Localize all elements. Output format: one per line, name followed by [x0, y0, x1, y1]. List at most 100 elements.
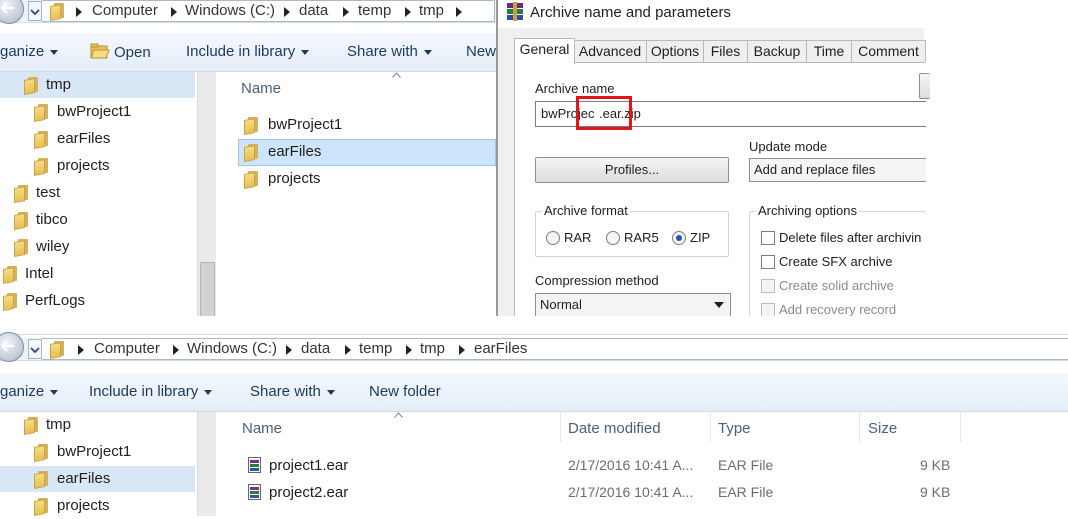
format-rar-radio[interactable]: [546, 231, 560, 245]
format-rar5-label[interactable]: RAR5: [624, 230, 659, 245]
tab-comment[interactable]: Comment: [851, 40, 926, 62]
back-button[interactable]: [0, 0, 24, 24]
tab-files[interactable]: Files: [703, 40, 748, 62]
breadcrumb-item[interactable]: Windows (C:): [187, 340, 277, 357]
column-header-type[interactable]: Type: [718, 420, 751, 437]
screenshot-divider: [0, 316, 1068, 335]
nav-item-label: PerfLogs: [25, 292, 86, 309]
breadcrumb-item[interactable]: temp: [359, 340, 392, 357]
tab-time[interactable]: Time: [806, 40, 852, 62]
folder-icon: [34, 444, 48, 462]
bottom-command-bar: ganize Include in library Share with New…: [0, 373, 1068, 412]
nav-item-intel[interactable]: Intel: [0, 261, 195, 287]
nav-item-earfiles[interactable]: earFiles: [0, 466, 195, 492]
column-header-name[interactable]: Name: [242, 420, 282, 437]
tab-backup[interactable]: Backup: [747, 40, 807, 62]
organize-button[interactable]: ganize: [0, 383, 59, 400]
file-row-earfiles[interactable]: earFiles: [238, 139, 496, 166]
nav-item-tibco[interactable]: tibco: [0, 207, 195, 233]
delete-files-label[interactable]: Delete files after archivin: [779, 230, 921, 245]
open-button[interactable]: Open: [90, 43, 151, 61]
compression-method-select[interactable]: Normal: [535, 293, 731, 317]
breadcrumb-item[interactable]: data: [299, 2, 328, 19]
organize-button[interactable]: ganize: [0, 43, 59, 60]
tab-general[interactable]: General: [514, 38, 575, 64]
ear-file-icon: [248, 484, 261, 500]
file-type: EAR File: [718, 484, 774, 500]
breadcrumb-separator-icon: [459, 345, 465, 355]
folder-icon: [34, 471, 48, 489]
column-divider: [560, 412, 561, 442]
breadcrumb-separator-icon: [406, 345, 412, 355]
file-name: project2.ear: [269, 484, 349, 501]
breadcrumb-separator-icon: [173, 345, 179, 355]
create-sfx-checkbox[interactable]: [761, 255, 775, 269]
top-nav-scrollbar[interactable]: [197, 72, 216, 318]
nav-item-tmp[interactable]: tmp: [0, 412, 195, 438]
new-folder-button[interactable]: New: [466, 43, 496, 60]
nav-item-label: Intel: [25, 265, 54, 282]
format-zip-radio[interactable]: [672, 231, 686, 245]
history-dropdown[interactable]: [28, 339, 42, 359]
sort-arrow-icon: [394, 412, 403, 418]
nav-item-bwproject1[interactable]: bwProject1: [0, 99, 195, 125]
tab-options[interactable]: Options: [646, 40, 704, 62]
include-in-library-button[interactable]: Include in library: [89, 383, 213, 400]
highlight-box: [576, 96, 632, 130]
bottom-nav-scrollbar[interactable]: [197, 412, 216, 516]
column-divider: [710, 412, 711, 442]
create-sfx-label[interactable]: Create SFX archive: [779, 254, 892, 269]
history-dropdown[interactable]: [28, 1, 42, 21]
breadcrumb-item[interactable]: data: [301, 340, 330, 357]
breadcrumb-item[interactable]: tmp: [419, 2, 444, 19]
nav-item-bwproject1[interactable]: bwProject1: [0, 439, 195, 465]
file-row-bwproject1[interactable]: bwProject1: [238, 112, 494, 137]
column-header-size[interactable]: Size: [868, 420, 897, 437]
share-with-button[interactable]: Share with: [347, 43, 432, 60]
organize-label: ganize: [0, 43, 45, 60]
breadcrumb[interactable]: Computer Windows (C:) data temp tmp earF…: [42, 338, 1068, 360]
breadcrumb-item[interactable]: Computer: [94, 340, 160, 357]
share-with-button[interactable]: Share with: [250, 383, 335, 400]
profiles-button[interactable]: Profiles...: [535, 157, 729, 183]
format-rar-label[interactable]: RAR: [564, 230, 591, 245]
format-zip-label[interactable]: ZIP: [690, 230, 710, 245]
nav-item-earfiles[interactable]: earFiles: [0, 126, 195, 152]
column-header-name[interactable]: Name: [241, 80, 281, 97]
breadcrumb-item[interactable]: Windows (C:): [185, 2, 275, 19]
file-row-project2[interactable]: project2.ear 2/17/2016 10:41 A... EAR Fi…: [238, 480, 964, 505]
scrollbar-thumb[interactable]: [200, 262, 215, 318]
tab-advanced[interactable]: Advanced: [573, 40, 647, 62]
file-date: 2/17/2016 10:41 A...: [568, 484, 694, 500]
nav-item-projects[interactable]: projects: [0, 153, 195, 179]
file-row-projects[interactable]: projects: [238, 166, 494, 191]
file-row-project1[interactable]: project1.ear 2/17/2016 10:41 A... EAR Fi…: [238, 453, 964, 478]
chevron-down-icon: [50, 49, 59, 55]
breadcrumb-item[interactable]: temp: [358, 2, 391, 19]
nav-item-perflogs[interactable]: PerfLogs: [0, 288, 195, 314]
column-header-date-modified[interactable]: Date modified: [568, 420, 661, 437]
format-rar5-radio[interactable]: [606, 231, 620, 245]
include-in-library-button[interactable]: Include in library: [186, 43, 310, 60]
breadcrumb-item[interactable]: earFiles: [474, 340, 527, 357]
folder-icon: [50, 3, 64, 21]
nav-item-test[interactable]: test: [0, 180, 195, 206]
breadcrumb-separator-icon: [456, 7, 462, 17]
share-label: Share with: [250, 383, 321, 400]
top-file-list: Name bwProject1 earFiles projects: [216, 72, 496, 316]
browse-button[interactable]: [919, 73, 930, 99]
nav-item-tmp[interactable]: tmp: [0, 72, 195, 98]
breadcrumb-item[interactable]: Computer: [92, 2, 158, 19]
nav-item-wiley[interactable]: wiley: [0, 234, 195, 260]
update-mode-select[interactable]: Add and replace files: [749, 158, 926, 182]
nav-item-projects[interactable]: projects: [0, 493, 195, 519]
open-label: Open: [114, 44, 151, 61]
nav-item-label: wiley: [36, 238, 70, 255]
breadcrumb[interactable]: Computer Windows (C:) data temp tmp: [42, 0, 495, 22]
folder-icon: [244, 171, 258, 189]
breadcrumb-item[interactable]: tmp: [420, 340, 445, 357]
delete-files-checkbox[interactable]: [761, 231, 775, 245]
new-folder-button[interactable]: New folder: [369, 383, 441, 400]
include-label: Include in library: [186, 43, 296, 60]
back-button[interactable]: [0, 332, 24, 362]
